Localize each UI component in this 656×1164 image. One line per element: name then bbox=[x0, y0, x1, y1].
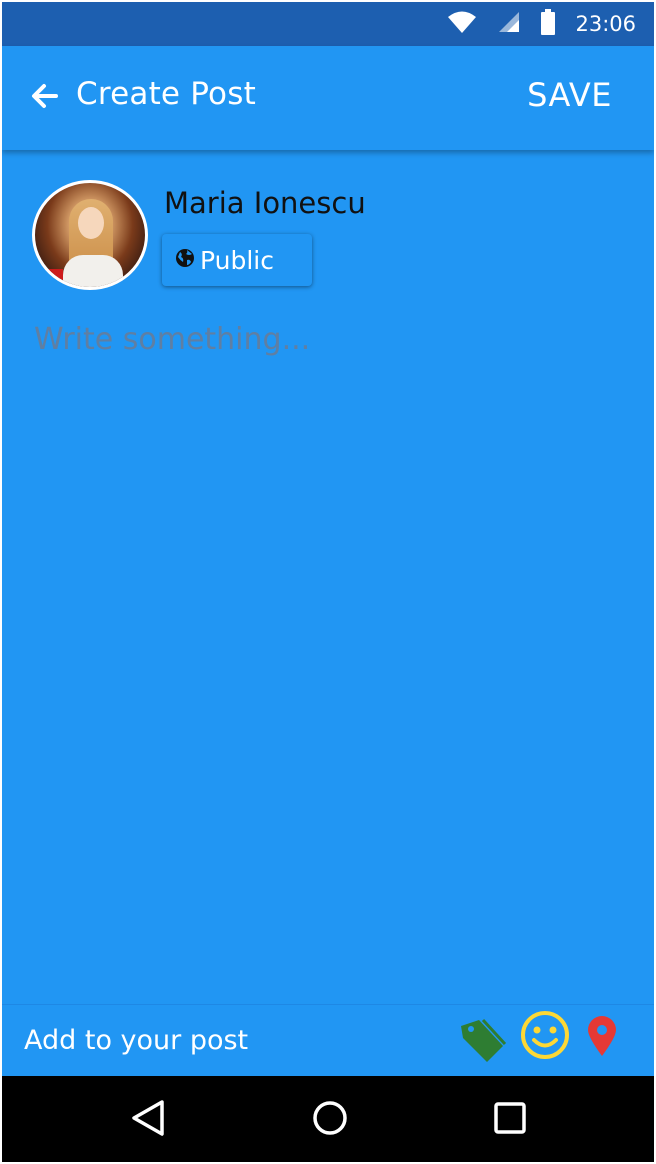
save-button[interactable]: SAVE bbox=[527, 76, 612, 114]
post-text-input[interactable] bbox=[34, 322, 634, 1002]
add-to-post-bar: Add to your post bbox=[2, 1004, 654, 1076]
status-icons: 23:06 bbox=[447, 8, 636, 40]
status-bar: 23:06 bbox=[2, 2, 654, 46]
avatar-face bbox=[78, 207, 104, 239]
status-time: 23:06 bbox=[575, 12, 636, 36]
privacy-button[interactable]: Public bbox=[162, 234, 312, 286]
privacy-label: Public bbox=[200, 245, 274, 275]
user-name: Maria Ionescu bbox=[164, 186, 366, 220]
signal-icon bbox=[497, 10, 521, 39]
toolbar: Create Post SAVE bbox=[2, 46, 654, 150]
battery-icon bbox=[541, 8, 556, 40]
location-pin-icon bbox=[586, 1015, 618, 1062]
back-button[interactable] bbox=[26, 80, 62, 116]
tag-people-button[interactable] bbox=[456, 1017, 508, 1069]
wifi-icon bbox=[447, 10, 477, 39]
nav-recents-button[interactable] bbox=[488, 1098, 532, 1142]
nav-back-button[interactable] bbox=[126, 1098, 170, 1142]
home-circle-icon bbox=[311, 1099, 349, 1142]
smiley-icon bbox=[519, 1009, 571, 1066]
globe-icon bbox=[175, 248, 195, 273]
navigation-bar bbox=[2, 1076, 654, 1162]
feeling-button[interactable] bbox=[518, 1009, 572, 1065]
screen: 23:06 Create Post SAVE Maria Ionescu Pub bbox=[2, 2, 654, 1162]
back-triangle-icon bbox=[130, 1099, 166, 1142]
add-to-post-label: Add to your post bbox=[24, 1025, 249, 1056]
recents-square-icon bbox=[493, 1101, 527, 1140]
avatar[interactable] bbox=[32, 180, 148, 290]
avatar-detail bbox=[41, 269, 63, 283]
page-title: Create Post bbox=[76, 76, 256, 112]
tag-icon bbox=[457, 1016, 507, 1071]
avatar-shirt bbox=[63, 255, 123, 287]
check-in-button[interactable] bbox=[582, 1013, 622, 1063]
arrow-left-icon bbox=[30, 82, 58, 115]
nav-home-button[interactable] bbox=[308, 1098, 352, 1142]
